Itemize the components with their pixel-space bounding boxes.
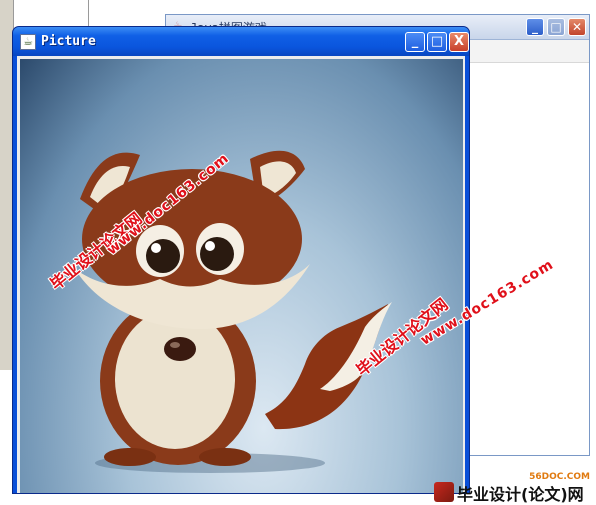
background-panel-strip — [0, 0, 14, 370]
logo-text: 毕业设计(论文)网 — [457, 485, 584, 504]
fox-image — [20, 59, 463, 493]
fox-left-pupil — [146, 239, 180, 273]
background-divider — [88, 0, 89, 30]
background-close-button[interactable]: ✕ — [568, 18, 586, 36]
minimize-icon: _ — [411, 34, 419, 49]
fox-nose — [164, 337, 196, 361]
fox-belly — [115, 309, 235, 449]
picture-icon: ☕ — [20, 34, 36, 50]
picture-minimize-button[interactable]: _ — [405, 32, 425, 52]
fox-illustration — [75, 150, 392, 473]
minimize-icon: _ — [532, 20, 538, 34]
logo-mark-icon — [434, 482, 454, 502]
close-icon: ✕ — [571, 20, 583, 34]
picture-close-button[interactable]: X — [449, 32, 469, 52]
picture-window-titlebar[interactable]: ☕ Picture _ □ X — [13, 27, 469, 56]
background-window-band — [466, 40, 589, 63]
picture-maximize-button[interactable]: □ — [427, 32, 447, 52]
picture-window-title: Picture — [41, 34, 96, 49]
fox-right-foot — [199, 448, 251, 466]
close-icon: X — [453, 34, 465, 49]
picture-window-body — [17, 56, 465, 493]
fox-left-foot — [104, 448, 156, 466]
maximize-icon: □ — [550, 20, 562, 34]
background-maximize-button[interactable]: □ — [547, 18, 565, 36]
background-minimize-button[interactable]: _ — [526, 18, 544, 36]
fox-right-pupil — [200, 237, 234, 271]
site-logo: 56DOC.COM 毕业设计(论文)网 — [430, 470, 596, 505]
maximize-icon: □ — [430, 34, 444, 49]
